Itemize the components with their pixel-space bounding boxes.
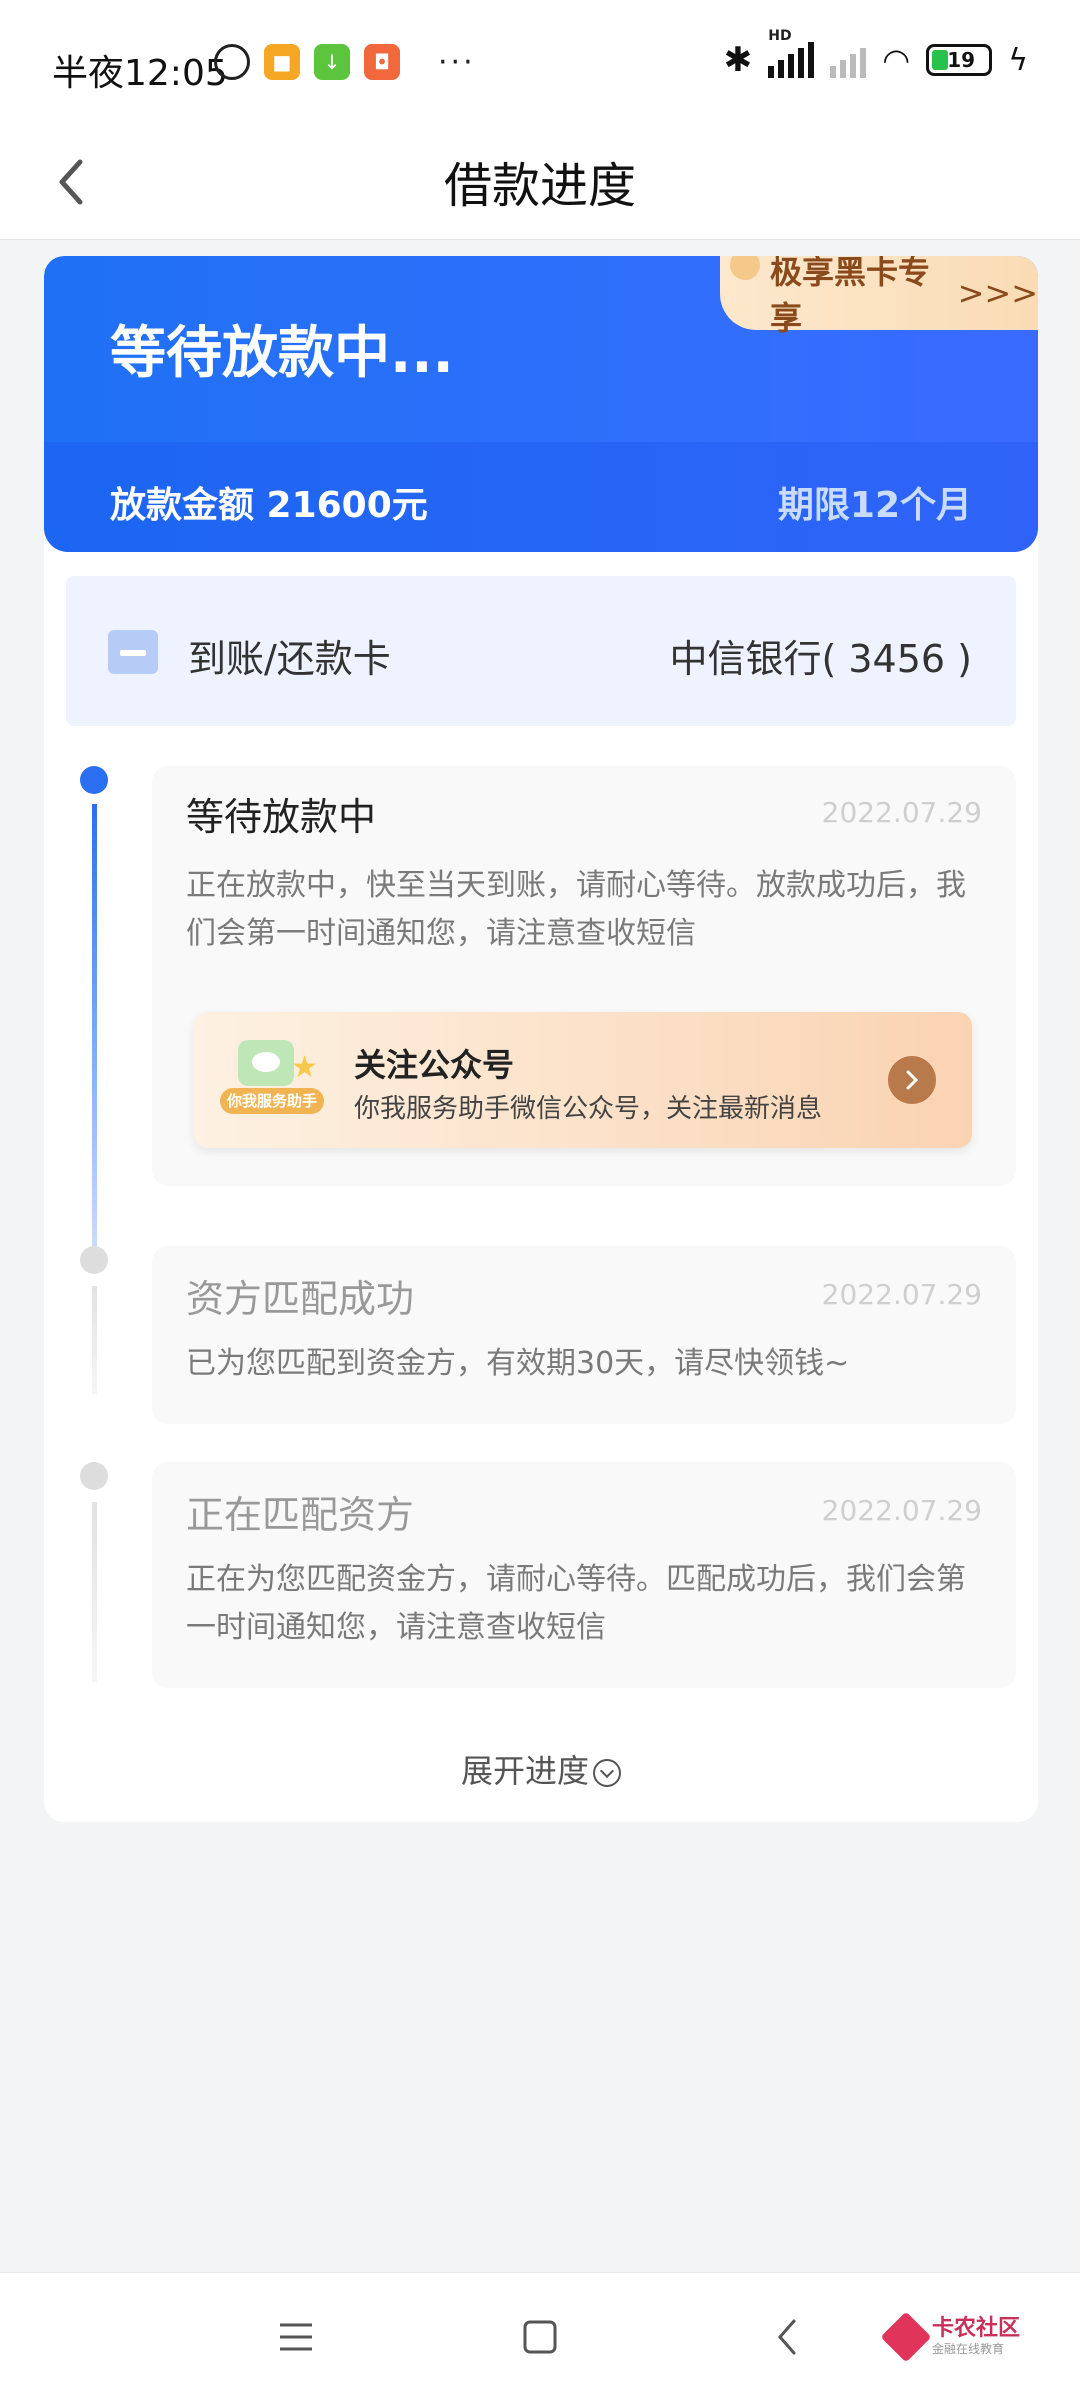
bank-card-icon: [108, 630, 158, 674]
back-icon[interactable]: [764, 2313, 812, 2361]
timeline-line-inactive: [92, 1286, 97, 1394]
watermark-main: 卡农社区: [931, 2316, 1020, 2341]
progress-step: 资方匹配成功 2022.07.29 已为您匹配到资金方，有效期30天，请尽快领钱…: [152, 1246, 1016, 1424]
step-title: 资方匹配成功: [186, 1277, 415, 1321]
timeline-line-inactive: [92, 1502, 97, 1682]
vip-black-card-tag[interactable]: 极享黑卡专享 >>>: [720, 256, 1038, 337]
promo-subtitle: 你我服务助手微信公众号，关注最新消息: [354, 1094, 823, 1124]
repayment-card-row: 到账/还款卡 中信银行( 3456 ): [66, 576, 1016, 726]
expand-label: 展开进度: [460, 1752, 589, 1790]
crown-icon: [730, 256, 760, 280]
bluetooth-icon: ✱: [723, 40, 753, 80]
home-icon[interactable]: [516, 2313, 564, 2361]
step-date: 2022.07.29: [821, 796, 982, 829]
more-notifications-icon: ···: [438, 44, 476, 80]
step-title: 等待放款中: [186, 795, 377, 839]
cellular-signal-icon: HD: [768, 28, 815, 78]
step-title: 正在匹配资方: [186, 1493, 415, 1537]
alarm-icon: [214, 44, 250, 80]
status-bar: 半夜12:05 ■ ↓ ◘ ··· ✱ HD ◠ 19 ϟ: [0, 0, 1080, 132]
menu-icon[interactable]: [272, 2313, 320, 2361]
promo-title: 关注公众号: [354, 1046, 515, 1084]
system-navigation-bar: 卡农社区 金融在线教育: [0, 2272, 1080, 2400]
repayment-card-value: 中信银行( 3456 ): [669, 637, 972, 681]
battery-level: 19: [947, 48, 976, 72]
follow-official-account-banner[interactable]: ★ 你我服务助手 关注公众号 你我服务助手微信公众号，关注最新消息: [194, 1012, 972, 1148]
progress-step: 正在匹配资方 2022.07.29 正在为您匹配资金方，请耐心等待。匹配成功后，…: [152, 1462, 1016, 1688]
vip-label: 极享黑卡专享: [770, 256, 931, 337]
step-description: 正在为您匹配资金方，请耐心等待。匹配成功后，我们会第一时间通知您，请注意查收短信: [186, 1562, 966, 1645]
step-date: 2022.07.29: [821, 1278, 982, 1311]
loan-amount: 放款金额 21600元: [110, 485, 428, 526]
message-app-icon: ■: [264, 44, 300, 80]
watermark-sub: 金融在线教育: [931, 2342, 1004, 2356]
page-title: 借款进度: [443, 158, 636, 214]
step-date: 2022.07.29: [821, 1494, 982, 1527]
timeline-dot-inactive: [80, 1462, 108, 1490]
repayment-card-label: 到账/还款卡: [188, 637, 391, 681]
status-notification-icons: ■ ↓ ◘ ···: [214, 44, 476, 80]
timeline-line-active: [92, 804, 97, 1264]
progress-step: 等待放款中 2022.07.29 正在放款中，快至当天到账，请耐心等待。放款成功…: [152, 766, 1016, 1186]
wechat-assistant-icon: ★ 你我服务助手: [220, 1032, 324, 1122]
timeline-dot-inactive: [80, 1246, 108, 1274]
download-app-icon: ↓: [314, 44, 350, 80]
chevron-down-circle-icon: [593, 1759, 621, 1787]
status-system-icons: ✱ HD ◠ 19 ϟ: [723, 28, 1028, 80]
hd-label: HD: [768, 28, 792, 44]
store-app-icon: ◘: [364, 44, 400, 80]
cellular-signal-2-icon: [830, 42, 867, 78]
step-description: 已为您匹配到资金方，有效期30天，请尽快领钱~: [186, 1346, 850, 1381]
loan-progress-card: 等待放款中... 放款金额 21600元 期限12个月 极享黑卡专享 >>> 到…: [44, 256, 1038, 1822]
app-header: 借款进度: [0, 132, 1080, 240]
timeline-dot-active: [80, 766, 108, 794]
battery-icon: 19: [926, 44, 993, 76]
assistant-badge: 你我服务助手: [220, 1088, 324, 1114]
wifi-icon: ◠: [882, 41, 911, 79]
loan-term: 期限12个月: [777, 485, 972, 526]
chevron-right-icon[interactable]: [888, 1056, 936, 1104]
status-time: 半夜12:05: [52, 53, 228, 94]
watermark-logo: 卡农社区 金融在线教育: [880, 2311, 1020, 2363]
charging-icon: ϟ: [1008, 42, 1028, 78]
watermark-icon: [880, 2311, 932, 2363]
chevrons-right-icon: >>>: [957, 274, 1038, 312]
loan-status-banner: 等待放款中... 放款金额 21600元 期限12个月 极享黑卡专享 >>>: [44, 256, 1038, 552]
expand-progress-button[interactable]: 展开进度: [44, 1746, 1038, 1792]
step-description: 正在放款中，快至当天到账，请耐心等待。放款成功后，我们会第一时间通知您，请注意查…: [186, 868, 966, 951]
loan-status-title: 等待放款中...: [110, 321, 454, 386]
